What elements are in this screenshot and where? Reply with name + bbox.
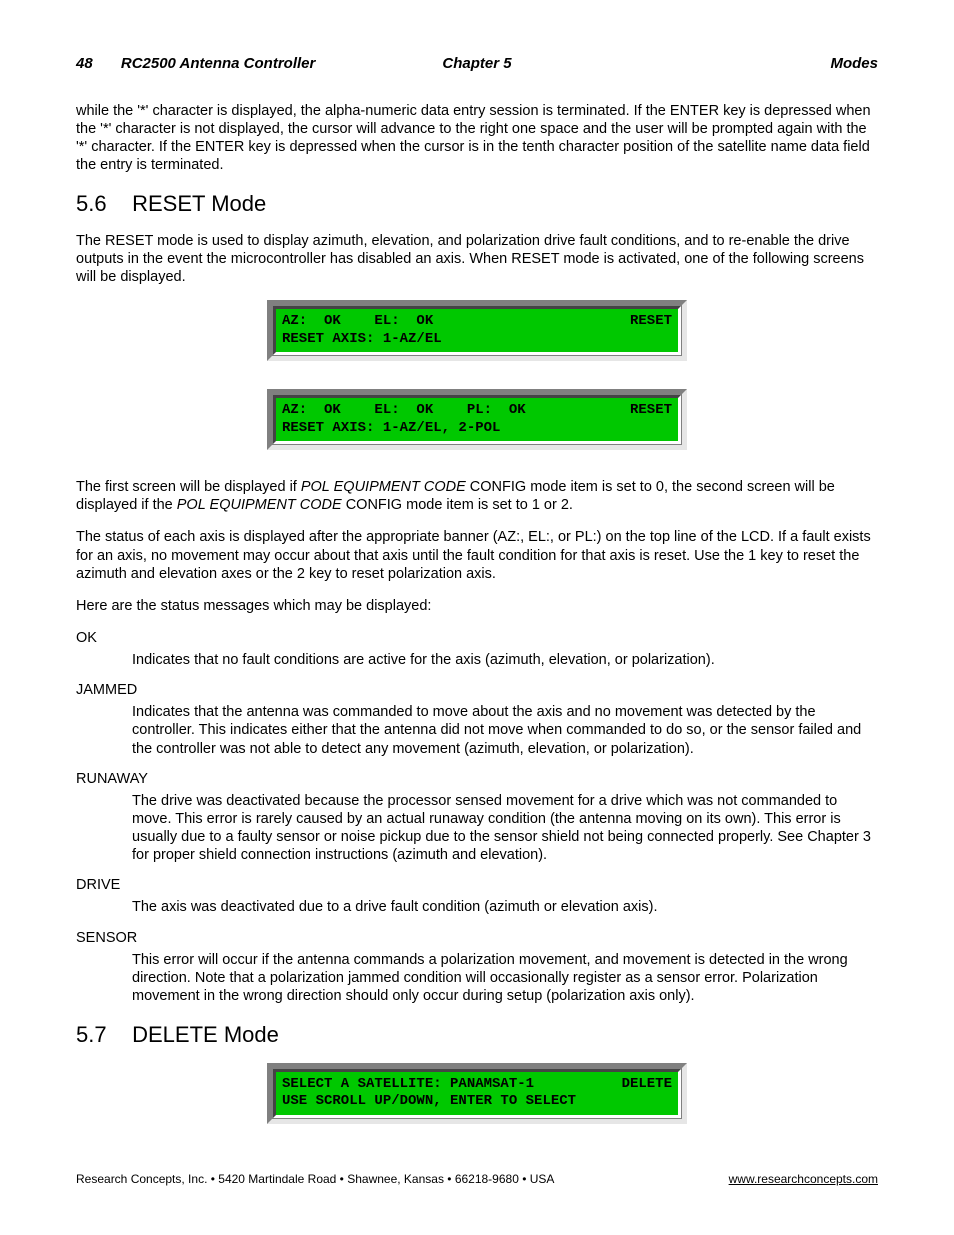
- reset-paragraph-1: The RESET mode is used to display azimut…: [76, 232, 878, 286]
- footer-url-link[interactable]: www.researchconcepts.com: [729, 1172, 878, 1187]
- status-drive-def: The axis was deactivated due to a drive …: [132, 898, 878, 916]
- header-chapter: Chapter 5: [343, 55, 610, 74]
- status-jammed-term: JAMMED: [76, 681, 878, 699]
- lcd-delete-line1-right: DELETE: [622, 1076, 672, 1094]
- status-jammed-def: Indicates that the antenna was commanded…: [132, 703, 878, 757]
- reset-paragraph-3: The status of each axis is displayed aft…: [76, 528, 878, 582]
- page: 48 RC2500 Antenna Controller Chapter 5 M…: [0, 0, 954, 1235]
- heading-num: 5.6: [76, 190, 126, 218]
- status-ok-term: OK: [76, 629, 878, 647]
- status-drive-term: DRIVE: [76, 876, 878, 894]
- lcd-delete-line2: USE SCROLL UP/DOWN, ENTER TO SELECT: [282, 1093, 576, 1111]
- heading-title: RESET Mode: [132, 191, 266, 216]
- footer-company: Research Concepts, Inc. • 5420 Martindal…: [76, 1172, 554, 1187]
- page-header: 48 RC2500 Antenna Controller Chapter 5 M…: [76, 55, 878, 74]
- heading-reset-mode: 5.6 RESET Mode: [76, 190, 878, 218]
- lcd-screen-1: AZ: OK EL: OK RESET RESET AXIS: 1-AZ/EL: [267, 300, 687, 361]
- lcd2-line2: RESET AXIS: 1-AZ/EL, 2-POL: [282, 420, 500, 438]
- pol-equipment-code-2: POL EQUIPMENT CODE: [177, 497, 342, 513]
- lcd-screen-delete: SELECT A SATELLITE: PANAMSAT-1 DELETE US…: [267, 1063, 687, 1124]
- heading-title: DELETE Mode: [132, 1022, 279, 1047]
- status-sensor-term: SENSOR: [76, 929, 878, 947]
- lcd-delete-line1-left: SELECT A SATELLITE: PANAMSAT-1: [282, 1076, 534, 1094]
- lcd-screen-2: AZ: OK EL: OK PL: OK RESET RESET AXIS: 1…: [267, 389, 687, 450]
- lcd1-line2: RESET AXIS: 1-AZ/EL: [282, 331, 442, 349]
- heading-num: 5.7: [76, 1021, 126, 1049]
- header-left: 48 RC2500 Antenna Controller: [76, 55, 343, 74]
- product-name: RC2500 Antenna Controller: [121, 55, 315, 72]
- page-number: 48: [76, 55, 93, 72]
- status-runaway-term: RUNAWAY: [76, 770, 878, 788]
- status-sensor-def: This error will occur if the antenna com…: [132, 951, 878, 1005]
- page-footer: Research Concepts, Inc. • 5420 Martindal…: [76, 1172, 878, 1187]
- status-runaway-def: The drive was deactivated because the pr…: [132, 792, 878, 865]
- reset-paragraph-2: The first screen will be displayed if PO…: [76, 478, 878, 514]
- reset-paragraph-4: Here are the status messages which may b…: [76, 597, 878, 615]
- pol-equipment-code-1: POL EQUIPMENT CODE: [301, 479, 466, 495]
- lcd1-line1-left: AZ: OK EL: OK: [282, 313, 433, 331]
- lcd2-line1-right: RESET: [630, 402, 672, 420]
- heading-delete-mode: 5.7 DELETE Mode: [76, 1021, 878, 1049]
- lcd1-line1-right: RESET: [630, 313, 672, 331]
- status-ok-def: Indicates that no fault conditions are a…: [132, 651, 878, 669]
- intro-paragraph: while the '*' character is displayed, th…: [76, 102, 878, 175]
- lcd2-line1-left: AZ: OK EL: OK PL: OK: [282, 402, 526, 420]
- header-section: Modes: [611, 55, 878, 74]
